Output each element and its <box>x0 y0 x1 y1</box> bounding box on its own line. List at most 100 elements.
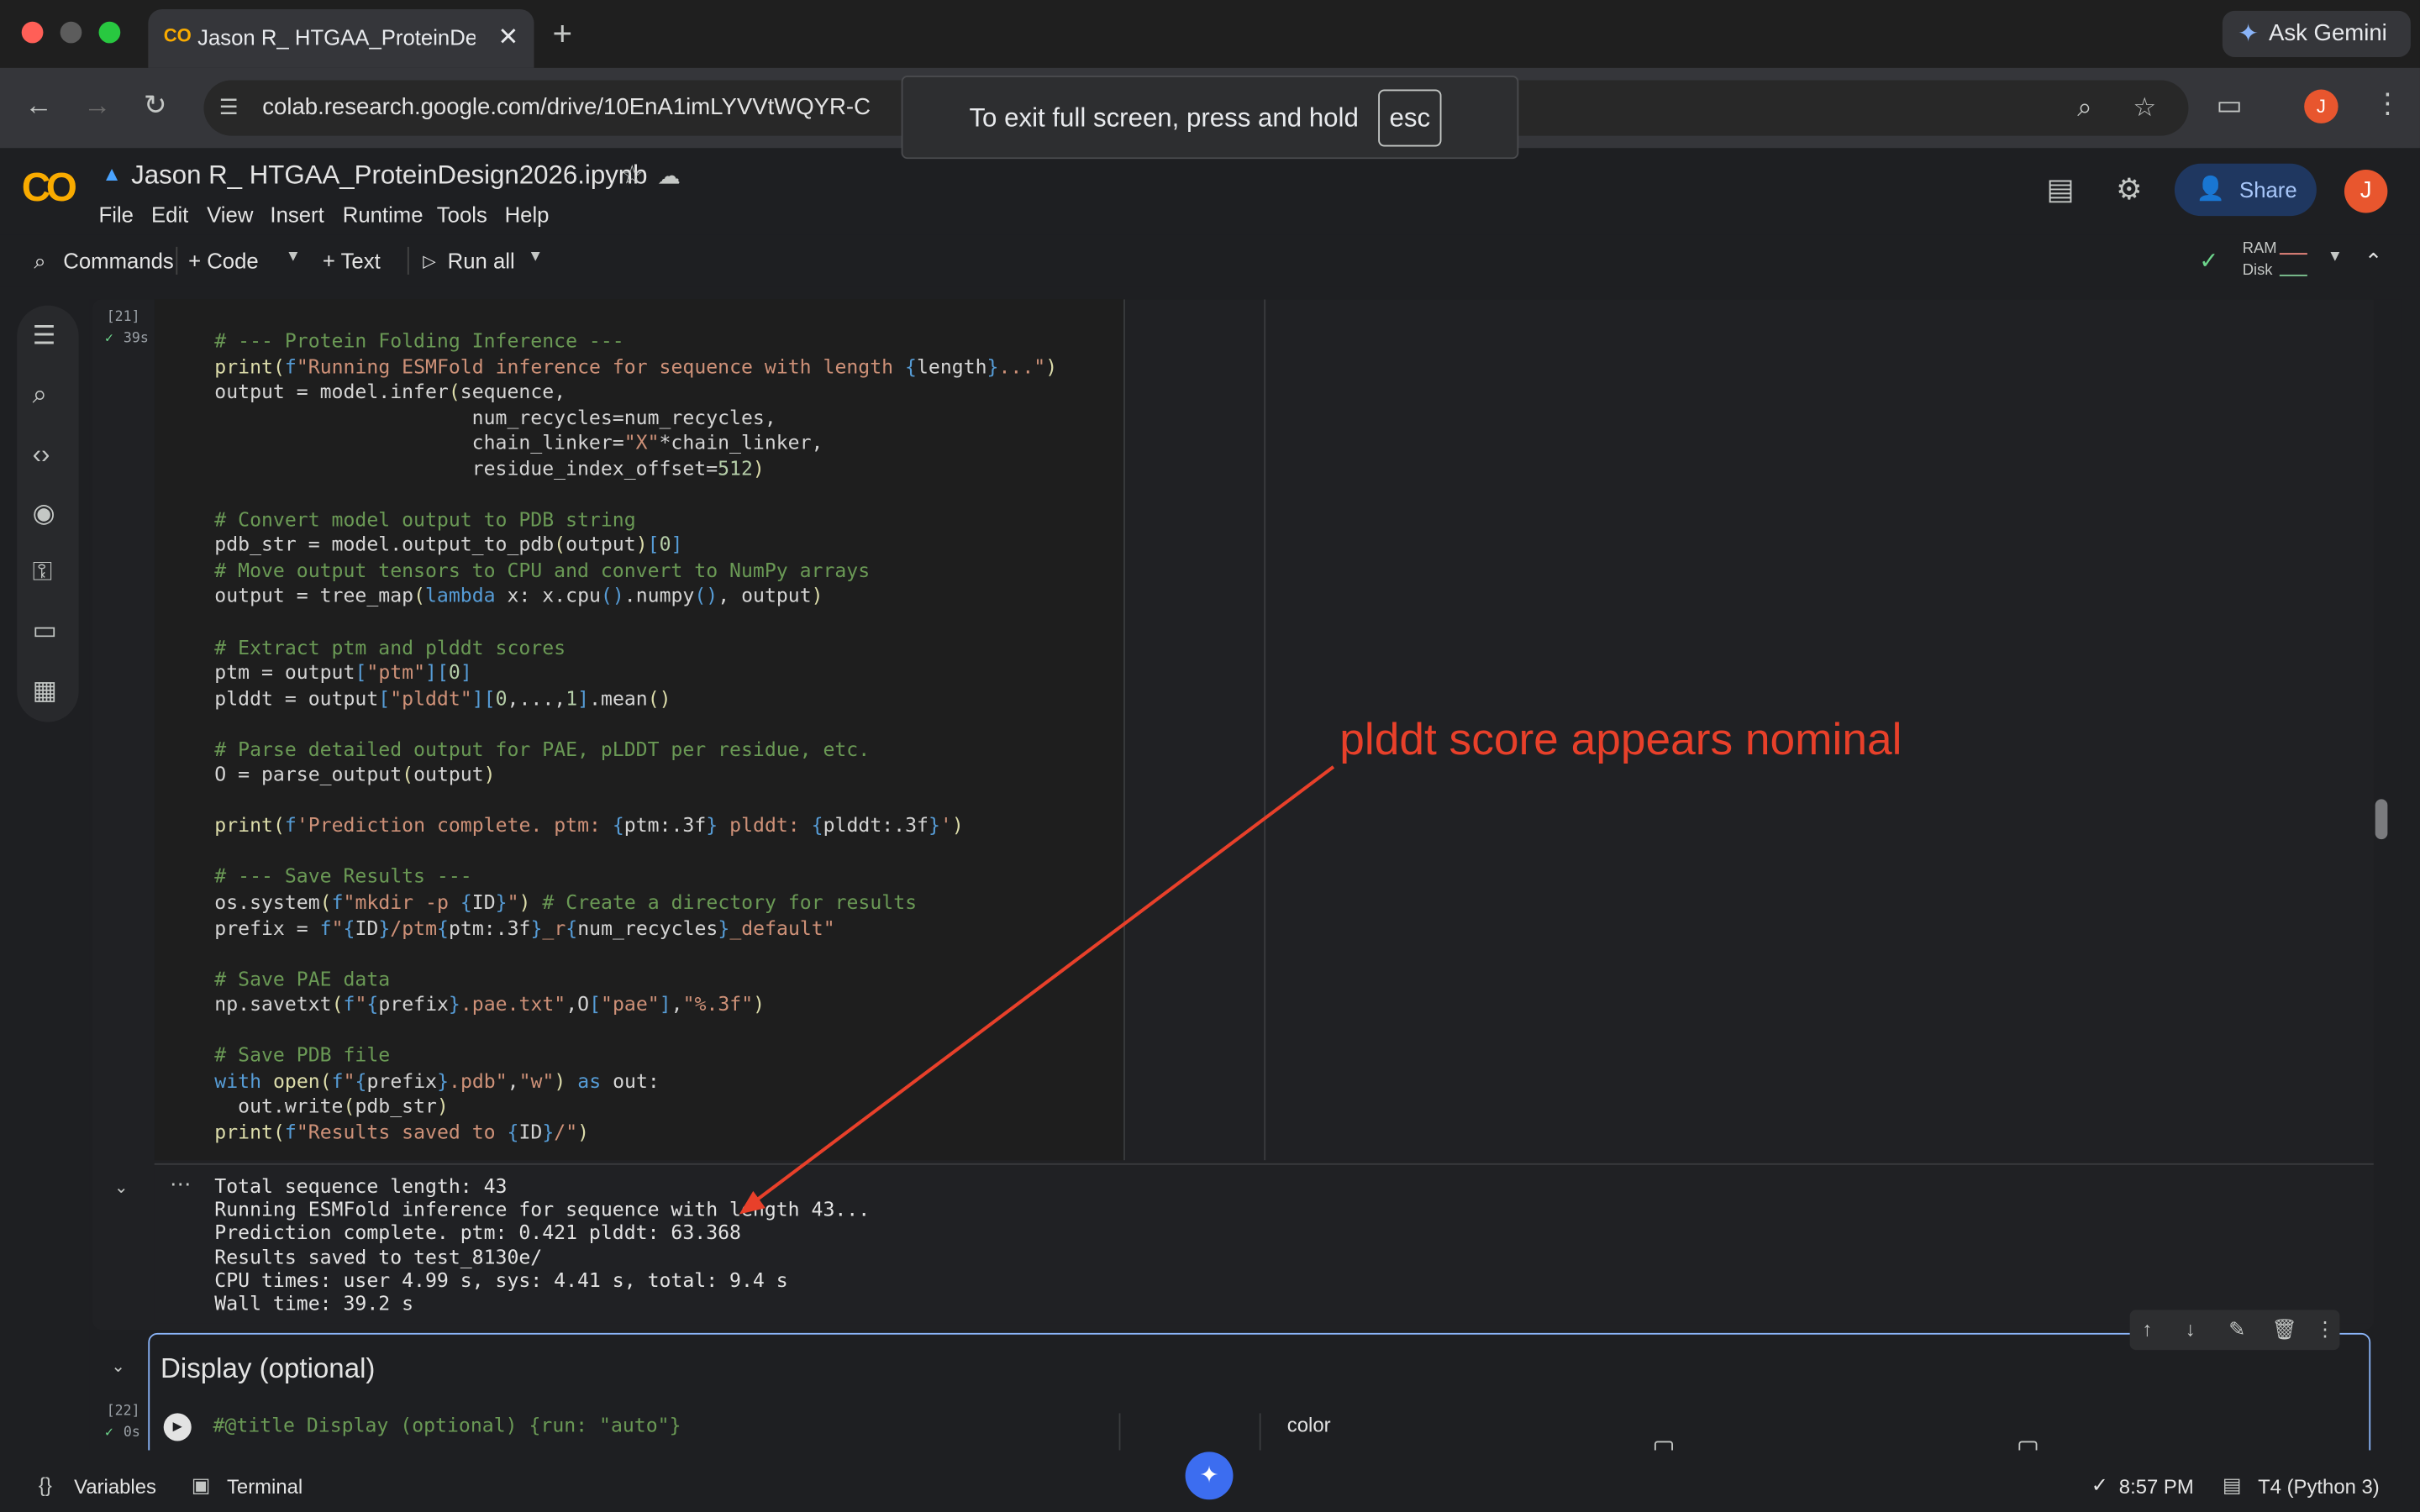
disk-label: Disk <box>2242 262 2273 280</box>
collapse-header-icon[interactable]: ⌃ <box>2365 249 2383 275</box>
output-text: Total sequence length: 43 Running ESMFold… <box>214 1174 870 1315</box>
variables-inspector-icon[interactable]: ◉ <box>33 498 55 529</box>
table-of-contents-icon[interactable]: ☰ <box>33 321 56 352</box>
edit-cell-icon[interactable]: ✎ <box>2228 1318 2245 1342</box>
site-info-icon[interactable]: ☰ <box>219 94 239 120</box>
ask-gemini-button[interactable]: ✦ Ask Gemini <box>2222 10 2411 57</box>
gemini-assistant-icon[interactable]: ✦ <box>1185 1452 1234 1500</box>
execution-time[interactable]: 8:57 PM <box>2119 1475 2194 1499</box>
runtime-connected-check-icon: ✓ <box>2199 248 2219 275</box>
chrome-profile-avatar[interactable]: J <box>2304 89 2338 123</box>
output-line: Prediction complete. ptm: 0.421 plddt: 6… <box>214 1221 741 1245</box>
variables-button[interactable]: Variables <box>74 1475 156 1499</box>
back-arrow-icon[interactable]: ← <box>24 90 52 123</box>
files-folder-icon[interactable]: ▭ <box>33 616 58 647</box>
cell-duration: 39s <box>123 331 149 348</box>
runtime-type[interactable]: T4 (Python 3) <box>2258 1475 2380 1499</box>
add-code-button[interactable]: + Code <box>188 249 259 273</box>
notebook-title[interactable]: Jason R_ HTGAA_ProteinDesign2026.ipynb <box>131 160 647 192</box>
notebook-scrollbar-thumb[interactable] <box>2375 799 2388 840</box>
comments-icon[interactable]: ▤ <box>2046 173 2074 208</box>
zoom-icon[interactable]: ⌕ <box>2077 92 2092 123</box>
chrome-menu-icon[interactable]: ⋮ <box>2374 88 2402 121</box>
window-close-button[interactable] <box>21 21 44 44</box>
move-cell-up-icon[interactable]: ↑ <box>2142 1318 2152 1341</box>
menu-edit[interactable]: Edit <box>151 202 188 227</box>
code-editor[interactable]: # --- Protein Folding Inference --- prin… <box>154 299 1124 1161</box>
run-all-dropdown-icon[interactable]: ▼ <box>528 249 543 265</box>
runtime-server-icon: ▤ <box>2222 1473 2242 1497</box>
code-cell-21[interactable]: [21] ✓ 39s ▶ # --- Protein Folding Infer… <box>92 299 2374 1331</box>
cast-icon[interactable]: ▭ <box>2217 90 2243 123</box>
tab-close-icon[interactable]: ✕ <box>498 22 519 53</box>
delete-cell-icon[interactable]: 🗑 <box>2272 1318 2297 1342</box>
menu-file[interactable]: File <box>99 202 134 227</box>
toolbar-divider <box>407 246 409 275</box>
ram-label: RAM <box>2242 240 2277 258</box>
commands-button[interactable]: Commands <box>63 249 173 273</box>
share-button[interactable]: 👤 Share <box>2174 163 2317 217</box>
menu-view[interactable]: View <box>207 202 253 227</box>
disk-usage-bar <box>2279 265 2307 276</box>
cell-success-check-icon: ✓ <box>104 331 113 348</box>
browser-tab-active[interactable]: CO Jason R_ HTGAA_ProteinDesi ✕ <box>148 9 534 68</box>
cell-execution-count: [22] <box>106 1404 140 1420</box>
output-line: Total sequence length: 43 <box>214 1173 508 1198</box>
user-avatar[interactable]: J <box>2344 170 2388 213</box>
share-label: Share <box>2239 177 2297 202</box>
bookmark-star-icon[interactable]: ☆ <box>2133 92 2156 123</box>
url-text: colab.research.google.com/drive/10EnA1im… <box>262 94 871 121</box>
form-checkbox[interactable] <box>1654 1441 1673 1451</box>
run-cell-button[interactable]: ▶ <box>163 1413 192 1441</box>
output-actions-icon[interactable]: ⋯ <box>170 1171 192 1197</box>
resources-dropdown-icon[interactable]: ▼ <box>2328 249 2343 265</box>
find-replace-icon[interactable]: ⌕ <box>33 380 48 411</box>
esc-key-badge: esc <box>1378 89 1442 147</box>
menu-insert[interactable]: Insert <box>270 202 324 227</box>
colab-logo[interactable]: CO <box>22 164 77 212</box>
section-collapse-chevron-icon[interactable]: ⌄ <box>111 1356 125 1376</box>
form-checkbox[interactable] <box>2018 1441 2038 1451</box>
add-code-dropdown-icon[interactable]: ▼ <box>286 249 301 265</box>
reload-icon[interactable]: ↻ <box>144 90 167 123</box>
run-all-button[interactable]: Run all <box>448 249 515 273</box>
add-text-button[interactable]: + Text <box>323 249 381 273</box>
window-minimize-button[interactable] <box>60 21 82 44</box>
fullscreen-exit-toast: To exit full screen, press and hold esc <box>901 75 1519 160</box>
output-line: Results saved to test_8130e/ <box>214 1244 543 1268</box>
output-line: CPU times: user 4.99 s, sys: 4.41 s, tot… <box>214 1268 788 1291</box>
notebook-area: [21] ✓ 39s ▶ # --- Protein Folding Infer… <box>89 299 2402 1451</box>
color-form-label: color <box>1286 1413 1331 1436</box>
terminal-button[interactable]: Terminal <box>227 1475 302 1499</box>
cell-more-icon[interactable]: ⋮ <box>2315 1318 2335 1342</box>
commands-search-icon[interactable]: ⌕ <box>34 249 45 275</box>
menu-runtime[interactable]: Runtime <box>343 202 424 227</box>
terminal-icon[interactable]: ▣ <box>192 1473 211 1498</box>
menu-tools[interactable]: Tools <box>437 202 487 227</box>
colab-toolbar: ⌕ Commands + Code ▼ + Text ▷ Run all ▼ ✓… <box>0 234 2420 287</box>
form-pane-divider <box>1118 1413 1121 1451</box>
code-snippets-icon[interactable]: ‹› <box>33 439 50 470</box>
data-table-icon[interactable]: ▦ <box>33 675 58 706</box>
code-text[interactable]: #@title Display (optional) {run: "auto"} <box>213 1413 681 1436</box>
variables-icon[interactable]: {} <box>39 1473 52 1497</box>
output-collapse-chevron-icon[interactable]: ⌄ <box>114 1177 129 1197</box>
new-tab-button[interactable]: + <box>553 14 573 55</box>
settings-gear-icon[interactable]: ⚙ <box>2116 173 2142 208</box>
status-bar: {} Variables ▣ Terminal ✦ ✓ 8:57 PM ▤ T4… <box>0 1452 2420 1512</box>
form-pane-divider <box>1259 1413 1261 1451</box>
annotation-text: plddt score appears nominal <box>1339 716 1902 766</box>
secrets-key-icon[interactable]: ⚿ <box>33 557 53 588</box>
share-people-icon: 👤 <box>2196 176 2225 202</box>
move-cell-down-icon[interactable]: ↓ <box>2186 1318 2196 1341</box>
star-notebook-icon[interactable]: ☆ <box>620 160 644 192</box>
cell-success-check-icon: ✓ <box>104 1425 113 1441</box>
run-all-play-icon[interactable]: ▷ <box>423 251 436 271</box>
window-maximize-button[interactable] <box>98 21 121 44</box>
colab-header: CO ▲ Jason R_ HTGAA_ProteinDesign2026.ip… <box>0 148 2420 235</box>
forward-arrow-icon[interactable]: → <box>83 90 111 123</box>
toast-text: To exit full screen, press and hold <box>969 103 1359 133</box>
output-line: Running ESMFold inference for sequence w… <box>214 1197 871 1221</box>
menu-help[interactable]: Help <box>505 202 550 227</box>
cell-execution-count: [21] <box>106 310 140 326</box>
